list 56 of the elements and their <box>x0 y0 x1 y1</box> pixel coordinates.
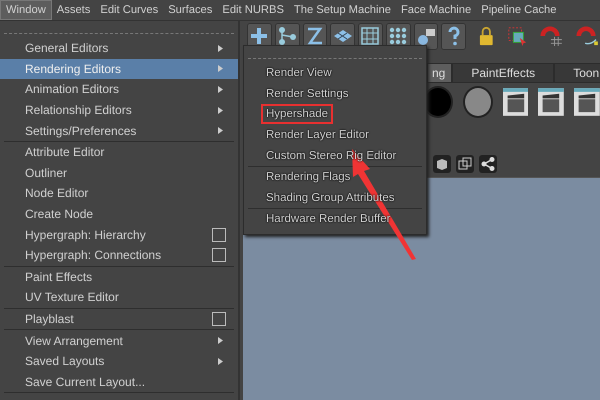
menu-bar-item[interactable]: Edit Curves <box>95 0 164 20</box>
menu-item[interactable]: Hypergraph: Connections <box>0 244 238 266</box>
submenu-item[interactable]: Render View <box>261 63 337 84</box>
submenu-arrow-icon <box>218 86 223 93</box>
share-icon[interactable] <box>479 155 497 173</box>
clapperboard-icon[interactable] <box>538 87 564 117</box>
cube-icon[interactable] <box>433 155 451 173</box>
menu-item[interactable]: Attribute Editor <box>0 142 238 163</box>
help-icon[interactable] <box>441 22 466 50</box>
menu-item[interactable]: Node Editor <box>0 183 238 204</box>
clapperboard-icon[interactable] <box>574 87 600 117</box>
menu-bar-item[interactable]: The Setup Machine <box>288 0 396 20</box>
submenu-arrow-icon <box>218 358 223 365</box>
submenu-arrow-icon <box>218 127 223 134</box>
menu-item[interactable]: Paint Effects <box>0 266 238 288</box>
clapperboard-icon[interactable] <box>502 87 528 117</box>
magnet-curve-icon[interactable] <box>576 24 600 48</box>
submenu-item[interactable]: Hypershade <box>261 104 334 124</box>
shelf-tab[interactable]: ng <box>427 63 452 83</box>
shelf-tab[interactable]: Toon <box>554 63 600 83</box>
sphere-clapper-icon[interactable] <box>414 22 438 50</box>
submenu-arrow-icon <box>218 106 223 114</box>
submenu-item[interactable]: Render Layer Editor <box>261 125 374 146</box>
option-checkbox[interactable] <box>212 228 226 242</box>
submenu-arrow-icon <box>218 65 223 72</box>
submenu-arrow-icon <box>218 337 223 344</box>
menu-bar-item[interactable]: Assets <box>52 0 96 20</box>
menu-item[interactable]: Save Current Layout... <box>0 372 238 392</box>
menu-item[interactable]: Outliner <box>0 162 238 184</box>
menu-item[interactable]: General Editors <box>0 38 238 59</box>
shelf-tab[interactable]: PaintEffects <box>452 63 554 83</box>
sphere-icon[interactable] <box>462 86 493 118</box>
menu-bar-item[interactable]: Pipeline Cache <box>476 0 562 20</box>
magnet-grid-icon[interactable] <box>540 24 564 48</box>
submenu-item[interactable]: Render Settings <box>261 84 354 104</box>
option-checkbox[interactable] <box>212 312 226 326</box>
menu-item[interactable]: Hypergraph: Hierarchy <box>0 224 238 245</box>
menu-item[interactable]: Settings/Preferences <box>0 120 238 141</box>
menu-item[interactable]: Animation Editors <box>0 79 238 100</box>
submenu-item[interactable]: Rendering Flags <box>261 167 356 188</box>
menu-bar-item[interactable]: Surfaces <box>163 0 218 20</box>
submenu-arrow-icon <box>218 44 223 52</box>
menu-item[interactable]: Playblast <box>0 308 238 330</box>
overlap-squares-icon[interactable] <box>456 155 474 173</box>
menu-bar-item[interactable]: Face Machine <box>396 0 476 20</box>
menu-item[interactable]: Relationship Editors <box>0 100 238 120</box>
option-checkbox[interactable] <box>212 248 226 262</box>
menu-item[interactable]: Create Node <box>0 204 238 224</box>
menu-bar-item[interactable]: Window <box>0 0 52 20</box>
menu-item[interactable]: UV Texture Editor <box>0 287 238 308</box>
menu-item[interactable]: Rendering Editors <box>0 58 238 80</box>
menu-item[interactable]: Saved Layouts <box>0 350 238 372</box>
menu-item[interactable]: View Arrangement <box>0 330 238 351</box>
menu-bar-item[interactable]: Edit NURBS <box>217 0 289 20</box>
lock-icon[interactable] <box>479 25 494 47</box>
selection-icon[interactable] <box>506 25 527 47</box>
